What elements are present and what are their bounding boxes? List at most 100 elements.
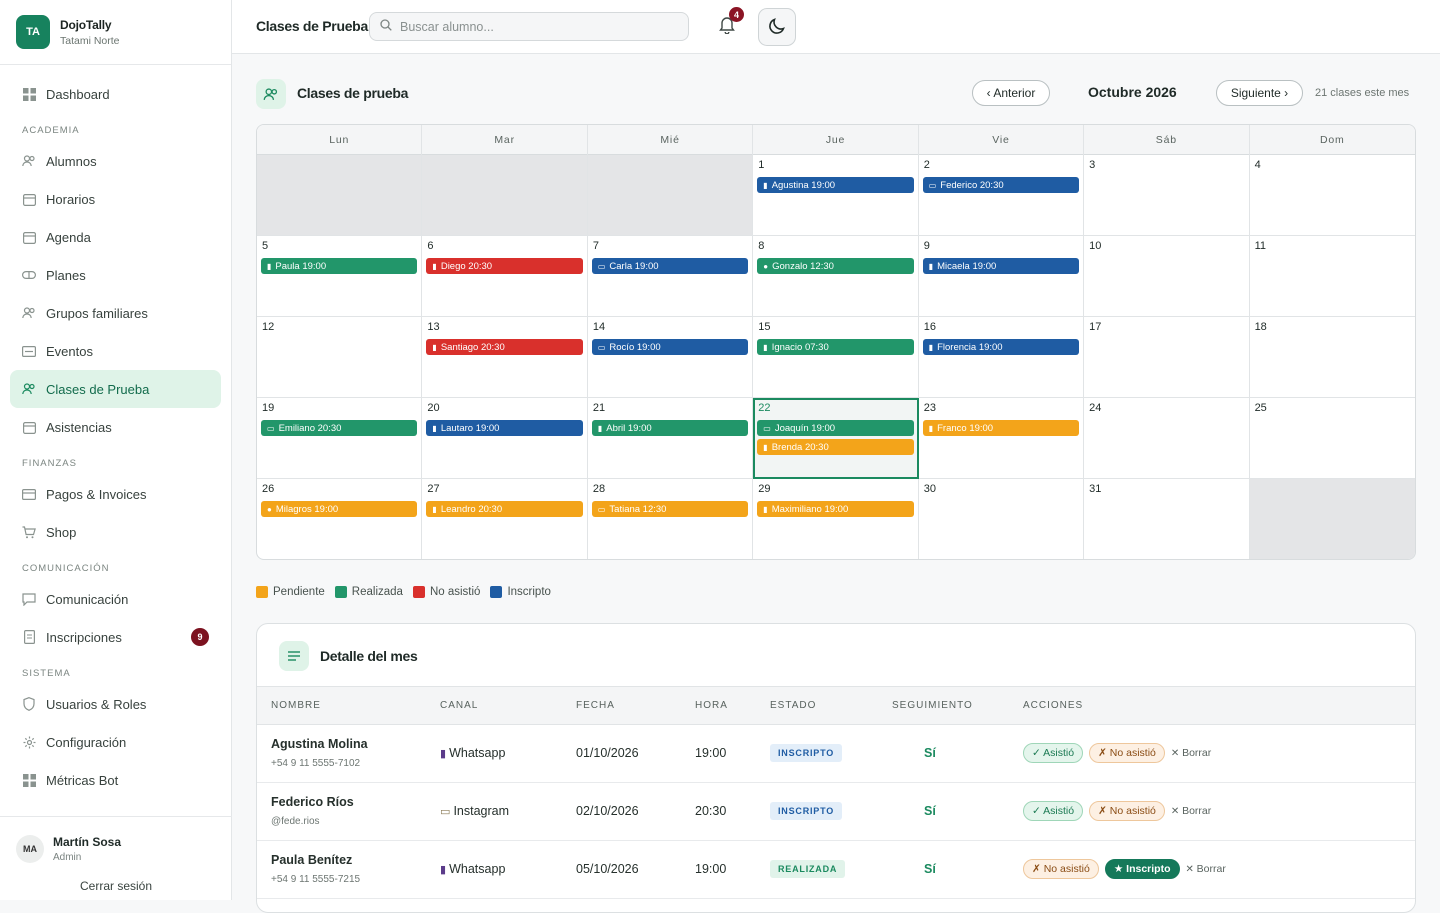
pill-icon [22,268,36,282]
calendar-event[interactable]: ▭ Rocío 19:00 [591,339,749,355]
calendar-event[interactable]: ▮ Maximiliano 19:00 [757,501,914,517]
mark-absent-button[interactable]: ✗ No asistió [1089,743,1165,763]
sidebar-item-horarios[interactable]: Horarios [10,180,221,218]
next-month-button[interactable]: Siguiente › [1216,80,1303,106]
student-name[interactable]: Paula Benítez [271,853,426,867]
calendar-event[interactable]: ▮ Santiago 20:30 [426,339,583,355]
credit-card-icon [22,487,36,501]
calendar-day-cell[interactable]: 10 [1084,236,1250,317]
student-name[interactable]: Agustina Molina [271,737,426,751]
prev-month-button[interactable]: ‹ Anterior [972,80,1050,106]
weekday-header: Dom [1319,134,1345,146]
calendar-event[interactable]: ▮ Lautaro 19:00 [426,420,583,436]
calendar-event[interactable]: ● Milagros 19:00 [261,501,418,517]
calendar-day-cell[interactable]: 5 ▮ Paula 19:00 [257,236,423,317]
calendar-icon [22,230,36,244]
delete-button[interactable]: ✕ Borrar [1171,805,1211,817]
calendar-day-cell[interactable]: 27 ▮ Leandro 20:30 [422,479,588,559]
mark-enrolled-button[interactable]: ★ Inscripto [1104,859,1180,879]
calendar-day-cell[interactable]: 30 [919,479,1085,559]
calendar-event[interactable]: ▮ Brenda 20:30 [757,439,914,455]
camera-icon: ▭ [440,806,454,818]
calendar-day-cell[interactable]: 1 ▮ Agustina 19:00 [753,155,919,236]
calendar-day-cell[interactable]: 21 ▮ Abril 19:00 [587,398,754,479]
calendar-event[interactable]: ▮ Diego 20:30 [426,258,583,274]
calendar-event[interactable]: ▮ Abril 19:00 [591,420,749,436]
logout-link[interactable]: Cerrar sesión [16,879,216,893]
phone-icon: ▮ [432,342,437,352]
sidebar-item-metricas[interactable]: Métricas Bot [10,761,221,799]
sidebar-item-pagos[interactable]: Pagos & Invoices [10,475,221,513]
mark-attended-button[interactable]: ✓ Asistió [1023,743,1084,763]
mark-absent-button[interactable]: ✗ No asistió [1023,859,1099,879]
calendar-day-cell[interactable]: 8 ● Gonzalo 12:30 [753,236,919,317]
calendar-day-cell[interactable]: 12 [257,317,423,398]
calendar-event[interactable]: ▭ Tatiana 12:30 [591,501,749,517]
calendar-day-cell[interactable]: 31 [1084,479,1250,559]
calendar-event[interactable]: ▮ Paula 19:00 [261,258,418,274]
calendar-event[interactable]: ▭ Emiliano 20:30 [261,420,418,436]
delete-button[interactable]: ✕ Borrar [1186,863,1226,875]
student-name[interactable]: Federico Ríos [271,795,426,809]
sidebar-item-inscripciones[interactable]: Inscripciones 9 [10,618,221,656]
calendar-event[interactable]: ▮ Ignacio 07:30 [757,339,914,355]
day-number: 26 [262,483,275,495]
sidebar-item-comunicacion[interactable]: Comunicación [10,580,221,618]
search-input[interactable] [400,19,680,34]
calendar-day-cell[interactable]: 4 [1249,155,1415,236]
calendar-event[interactable]: ▮ Franco 19:00 [922,420,1080,436]
calendar-day-cell[interactable]: 9 ▮ Micaela 19:00 [918,236,1085,317]
sidebar-item-eventos[interactable]: Eventos [10,332,221,370]
calendar-day-cell[interactable]: 13 ▮ Santiago 20:30 [422,317,588,398]
calendar-event[interactable]: ▮ Agustina 19:00 [757,177,914,193]
mark-attended-button[interactable]: ✓ Asistió [1023,801,1084,821]
sidebar-item-agenda[interactable]: Agenda [10,218,221,256]
calendar-day-cell[interactable]: 20 ▮ Lautaro 19:00 [422,398,588,479]
calendar-day-cell[interactable]: 24 [1084,398,1250,479]
sidebar-item-usuarios[interactable]: Usuarios & Roles [10,685,221,723]
delete-button[interactable]: ✕ Borrar [1171,747,1211,759]
cell-follow: Sí [878,724,1009,783]
calendar-event[interactable]: ▮ Leandro 20:30 [426,501,583,517]
calendar-day-cell[interactable]: 7 ▭ Carla 19:00 [587,236,754,317]
calendar-day-cell[interactable]: 19 ▭ Emiliano 20:30 [257,398,423,479]
calendar-day-cell[interactable]: 16 ▮ Florencia 19:00 [918,317,1085,398]
calendar-event[interactable]: ▭ Carla 19:00 [591,258,749,274]
calendar-event[interactable]: ▭ Federico 20:30 [922,177,1080,193]
calendar-day-cell[interactable]: 3 [1084,155,1250,236]
weekday-header: Mié [588,125,754,155]
theme-toggle-button[interactable] [758,8,796,46]
sidebar-item-planes[interactable]: Planes [10,256,221,294]
sidebar-item-alumnos[interactable]: Alumnos [10,142,221,180]
calendar-day-cell[interactable]: 18 [1249,317,1415,398]
calendar-event[interactable]: ● Gonzalo 12:30 [757,258,914,274]
status-badge: INSCRIPTO [770,744,843,762]
calendar-day-cell[interactable]: 6 ▮ Diego 20:30 [422,236,588,317]
table-row: Federico Ríos @fede.rios ▭ Instagram 02/10/… [257,782,1415,841]
calendar-day-cell[interactable]: 22 ▭ Joaquín 19:00 ▮ Brenda 20:30 [753,398,919,479]
sidebar-item-grupos[interactable]: Grupos familiares [10,294,221,332]
sidebar-item-dashboard[interactable]: Dashboard [10,75,221,113]
calendar-day-cell[interactable]: 29 ▮ Maximiliano 19:00 [753,479,919,559]
calendar-day-cell[interactable]: 25 [1249,398,1415,479]
calendar-day-cell[interactable]: 2 ▭ Federico 20:30 [918,155,1085,236]
topbar: Clases de Prueba 4 [232,0,1440,54]
sidebar-item-configuracion[interactable]: Configuración [10,723,221,761]
calendar-day-cell[interactable]: 23 ▮ Franco 19:00 [918,398,1085,479]
sidebar-item-asistencias[interactable]: Asistencias [10,408,221,446]
sidebar-item-clases-de-prueba[interactable]: Clases de Prueba [10,370,221,408]
event-label: Milagros 19:00 [275,503,339,515]
mark-absent-button[interactable]: ✗ No asistió [1089,801,1165,821]
calendar-event[interactable]: ▮ Florencia 19:00 [922,339,1080,355]
calendar-day-cell[interactable]: 17 [1084,317,1250,398]
calendar-day-cell[interactable]: 14 ▭ Rocío 19:00 [587,317,754,398]
calendar-day-cell[interactable]: 26 ● Milagros 19:00 [257,479,423,559]
sidebar-item-shop[interactable]: Shop [10,513,221,551]
calendar-event[interactable]: ▮ Micaela 19:00 [922,258,1080,274]
calendar-day-cell[interactable]: 28 ▭ Tatiana 12:30 [588,479,754,559]
calendar-event[interactable]: ▭ Joaquín 19:00 [757,420,914,436]
shield-icon [22,697,36,711]
calendar-day-cell[interactable]: 15 ▮ Ignacio 07:30 [753,317,919,398]
search-box[interactable] [369,12,689,41]
calendar-day-cell[interactable]: 11 [1249,236,1415,317]
